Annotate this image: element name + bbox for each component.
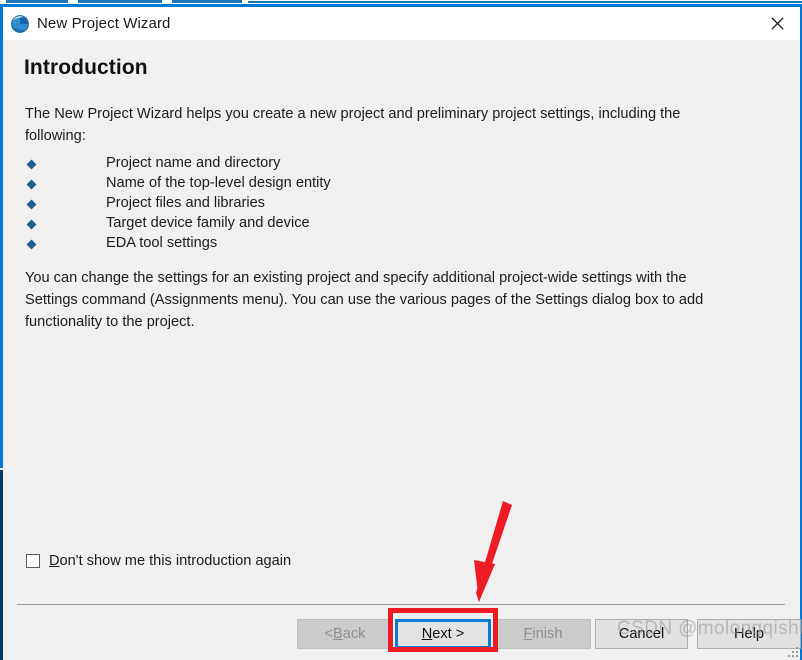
list-item-label: Project files and libraries — [106, 195, 265, 211]
close-icon[interactable] — [754, 7, 800, 40]
back-button[interactable]: < Back — [297, 619, 393, 649]
next-button-mnemonic: N — [421, 626, 433, 642]
dont-show-again-checkbox[interactable] — [26, 554, 40, 568]
screen-root: New Project Wizard Introduction The New … — [0, 0, 802, 660]
list-item-label: EDA tool settings — [106, 235, 218, 251]
button-bar: < Back Next > Finish Cancel Help — [0, 608, 802, 660]
list-item: Project name and directory — [25, 155, 725, 175]
list-item: Project files and libraries — [25, 195, 725, 215]
list-item: Target device family and device — [25, 215, 725, 235]
dont-show-again-row[interactable]: Don't show me this introduction again — [26, 553, 291, 569]
intro-paragraph: The New Project Wizard helps you create … — [25, 106, 681, 144]
next-button-label: ext > — [432, 626, 465, 642]
dont-show-again-label: Don't show me this introduction again — [49, 553, 291, 569]
checkbox-mnemonic: D — [49, 553, 60, 569]
background-toolbar-item — [172, 0, 242, 3]
finish-button[interactable]: Finish — [495, 619, 591, 649]
resize-grip[interactable] — [786, 645, 798, 657]
button-bar-divider — [17, 604, 785, 605]
closing-paragraph: You can change the settings for an exist… — [25, 270, 704, 330]
checkbox-label-rest: on't show me this introduction again — [59, 553, 292, 569]
background-divider — [248, 1, 802, 3]
back-button-label: ack — [342, 626, 366, 642]
diamond-bullet-icon — [26, 179, 37, 190]
feature-bullet-list: Project name and directory Name of the t… — [25, 155, 725, 255]
cancel-button[interactable]: Cancel — [595, 619, 688, 649]
back-button-mnemonic: B — [333, 626, 343, 642]
diamond-bullet-icon — [26, 199, 37, 210]
wizard-content-pane: Introduction The New Project Wizard help… — [3, 40, 800, 600]
list-item: Name of the top-level design entity — [25, 175, 725, 195]
list-item-label: Target device family and device — [106, 215, 310, 231]
back-button-prefix: < — [324, 626, 334, 642]
finish-button-mnemonic: F — [523, 626, 533, 642]
finish-button-label: inish — [532, 626, 563, 642]
new-project-wizard-window: New Project Wizard Introduction The New … — [0, 4, 802, 660]
window-title: New Project Wizard — [37, 15, 171, 32]
diamond-bullet-icon — [26, 159, 37, 170]
background-toolbar-item — [78, 0, 162, 3]
background-toolbar-item — [6, 0, 68, 3]
page-title: Introduction — [24, 56, 148, 79]
quartus-globe-icon — [10, 14, 30, 34]
title-bar[interactable]: New Project Wizard — [3, 7, 800, 40]
list-item: EDA tool settings — [25, 235, 725, 255]
diamond-bullet-icon — [26, 239, 37, 250]
next-button[interactable]: Next > — [395, 619, 491, 649]
diamond-bullet-icon — [26, 219, 37, 230]
list-item-label: Name of the top-level design entity — [106, 175, 331, 191]
list-item-label: Project name and directory — [106, 155, 281, 171]
help-button-label: Help — [733, 626, 764, 642]
cancel-button-label: Cancel — [618, 626, 665, 642]
